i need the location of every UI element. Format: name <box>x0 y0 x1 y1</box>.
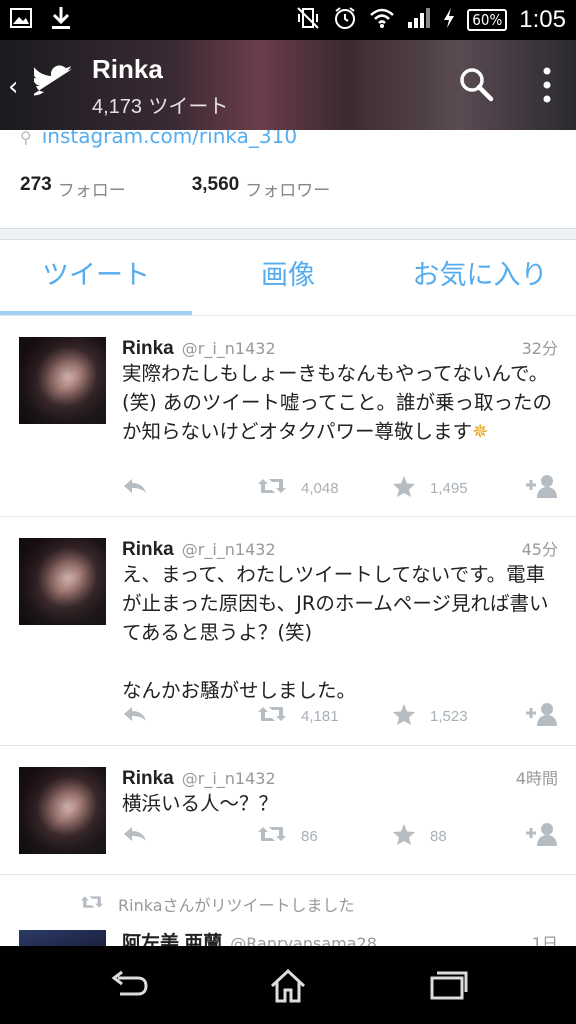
status-bar: 60% 1:05 <box>0 0 576 40</box>
back-icon[interactable]: ‹ <box>8 72 18 102</box>
follow-add-icon[interactable] <box>524 702 558 730</box>
tweet-text: え、まって、わたしツイートしてないです。電車が止まった原因も、JRのホームページ… <box>122 563 549 702</box>
avatar[interactable] <box>19 337 106 424</box>
charging-icon <box>443 7 455 33</box>
profile-name: Rinka <box>92 54 163 84</box>
tweet-author-name[interactable]: Rinka <box>122 338 174 360</box>
avatar[interactable] <box>19 538 106 625</box>
signal-icon <box>407 7 431 33</box>
profile-link-row[interactable]: ⚲ instagram.com/rinka_310 <box>20 130 297 148</box>
star-icon <box>392 823 416 850</box>
following-count: 273 <box>20 174 52 195</box>
tweet-item[interactable]: Rinka @r_i_n1432 4時間 横浜いる人〜？？ 86 88 <box>0 747 576 875</box>
tweet-count-value: 4,173 <box>92 96 143 118</box>
twitter-bird-icon[interactable] <box>31 64 78 108</box>
tab-favorites[interactable]: お気に入り <box>384 240 576 315</box>
download-icon <box>50 5 72 35</box>
favorite-button[interactable]: 1,495 <box>392 475 522 502</box>
tweet-count: 4,173 ツイート <box>92 90 228 119</box>
tweet-item[interactable]: Rinka @r_i_n1432 32分 実際わたしもしょーきもなんもやってない… <box>0 317 576 517</box>
profile-tabs: ツイート 画像 お気に入り <box>0 240 576 316</box>
tweet-author-handle: @r_i_n1432 <box>181 540 276 559</box>
tweet-item[interactable]: Rinka @r_i_n1432 45分 え、まって、わたしツイートしてないです… <box>0 518 576 746</box>
vibrate-off-icon <box>295 6 321 34</box>
star-icon <box>392 475 416 502</box>
tweet-time: 32分 <box>521 339 558 358</box>
alarm-icon <box>333 6 357 34</box>
tweet-author-name[interactable]: Rinka <box>122 539 174 561</box>
retweet-banner: Rinkaさんがリツイートしました <box>80 892 355 916</box>
favorite-count: 88 <box>430 827 447 845</box>
home-nav-icon[interactable] <box>268 968 308 1008</box>
retweet-count: 4,181 <box>301 707 339 725</box>
section-divider <box>0 228 576 240</box>
avatar[interactable] <box>19 767 106 854</box>
avatar[interactable] <box>19 930 106 946</box>
follow-stats: 273 フォロー 3,560 フォロワー <box>20 174 396 201</box>
tweet-actions: 4,181 1,523 <box>122 701 558 731</box>
following-stat[interactable]: 273 フォロー <box>20 174 126 201</box>
tweet-header: Rinka @r_i_n1432 45分 <box>122 536 558 561</box>
tweet-author-handle: @r_i_n1432 <box>181 769 276 788</box>
retweet-icon <box>257 704 287 728</box>
gallery-icon <box>10 8 32 32</box>
tweet-author-handle: @Ranryansama28 <box>230 934 377 946</box>
retweet-icon <box>257 824 287 848</box>
tweet-count-label: ツイート <box>148 94 229 118</box>
wifi-icon <box>369 7 395 33</box>
favorite-button[interactable]: 88 <box>392 823 522 850</box>
tweet-header: 阿左美 亜蘭 @Ranryansama28 1日 <box>122 928 558 946</box>
profile-link[interactable]: instagram.com/rinka_310 <box>42 130 297 148</box>
search-icon[interactable] <box>458 66 494 106</box>
follow-add-icon[interactable] <box>524 474 558 502</box>
sparkle-emoji-icon: ✵ <box>472 420 489 443</box>
retweet-count: 86 <box>301 827 318 845</box>
overflow-menu-icon[interactable] <box>540 66 554 108</box>
tweet-time: 4時間 <box>515 769 558 788</box>
tweet-header: Rinka @r_i_n1432 4時間 <box>122 765 558 790</box>
tweet-time: 1日 <box>531 934 558 946</box>
tweet-author-name[interactable]: Rinka <box>122 768 174 790</box>
battery-level: 60% <box>467 9 508 31</box>
tweet-text: 横浜いる人〜？？ <box>122 792 279 815</box>
profile-header: ‹ Rinka 4,173 ツイート <box>0 40 576 130</box>
tab-tweets[interactable]: ツイート <box>0 240 192 315</box>
tab-images[interactable]: 画像 <box>192 240 384 315</box>
tweet-author-name[interactable]: 阿左美 亜蘭 <box>122 928 222 946</box>
tweet-actions: 86 88 <box>122 821 558 851</box>
tweet-header: Rinka @r_i_n1432 32分 <box>122 335 558 360</box>
retweet-icon <box>257 476 287 500</box>
followers-label: フォロワー <box>245 181 331 201</box>
following-label: フォロー <box>57 181 126 201</box>
reply-icon[interactable] <box>122 704 257 728</box>
retweet-banner-text: Rinkaさんがリツイートしました <box>118 896 355 915</box>
tweet-actions: 4,048 1,495 <box>122 473 558 503</box>
tweet-text: 実際わたしもしょーきもなんもやってないんで。(笑) あのツイート嘘ってこと。誰が… <box>122 359 558 446</box>
favorite-count: 1,523 <box>430 707 468 725</box>
followers-count: 3,560 <box>191 174 240 195</box>
recent-apps-icon[interactable] <box>428 968 468 1006</box>
star-icon <box>392 703 416 730</box>
clock: 1:05 <box>519 6 566 33</box>
favorite-count: 1,495 <box>430 479 468 497</box>
retweet-button[interactable]: 4,181 <box>257 704 392 728</box>
tweet-author-handle: @r_i_n1432 <box>181 339 276 358</box>
retweet-icon <box>80 894 104 914</box>
timeline-content: ⚲ instagram.com/rinka_310 273 フォロー 3,560… <box>0 130 576 946</box>
followers-stat[interactable]: 3,560 フォロワー <box>192 174 331 201</box>
retweet-count: 4,048 <box>301 479 339 497</box>
retweet-button[interactable]: 86 <box>257 824 392 848</box>
tweet-time: 45分 <box>521 540 558 559</box>
link-icon: ⚲ <box>20 130 32 147</box>
retweeted-tweet-item[interactable]: Rinkaさんがリツイートしました 阿左美 亜蘭 @Ranryansama28 … <box>0 876 576 946</box>
follow-add-icon[interactable] <box>524 822 558 850</box>
reply-icon[interactable] <box>122 476 257 500</box>
retweet-button[interactable]: 4,048 <box>257 476 392 500</box>
reply-icon[interactable] <box>122 824 257 848</box>
favorite-button[interactable]: 1,523 <box>392 703 522 730</box>
system-nav-bar <box>0 946 576 1024</box>
back-nav-icon[interactable] <box>108 968 150 1006</box>
